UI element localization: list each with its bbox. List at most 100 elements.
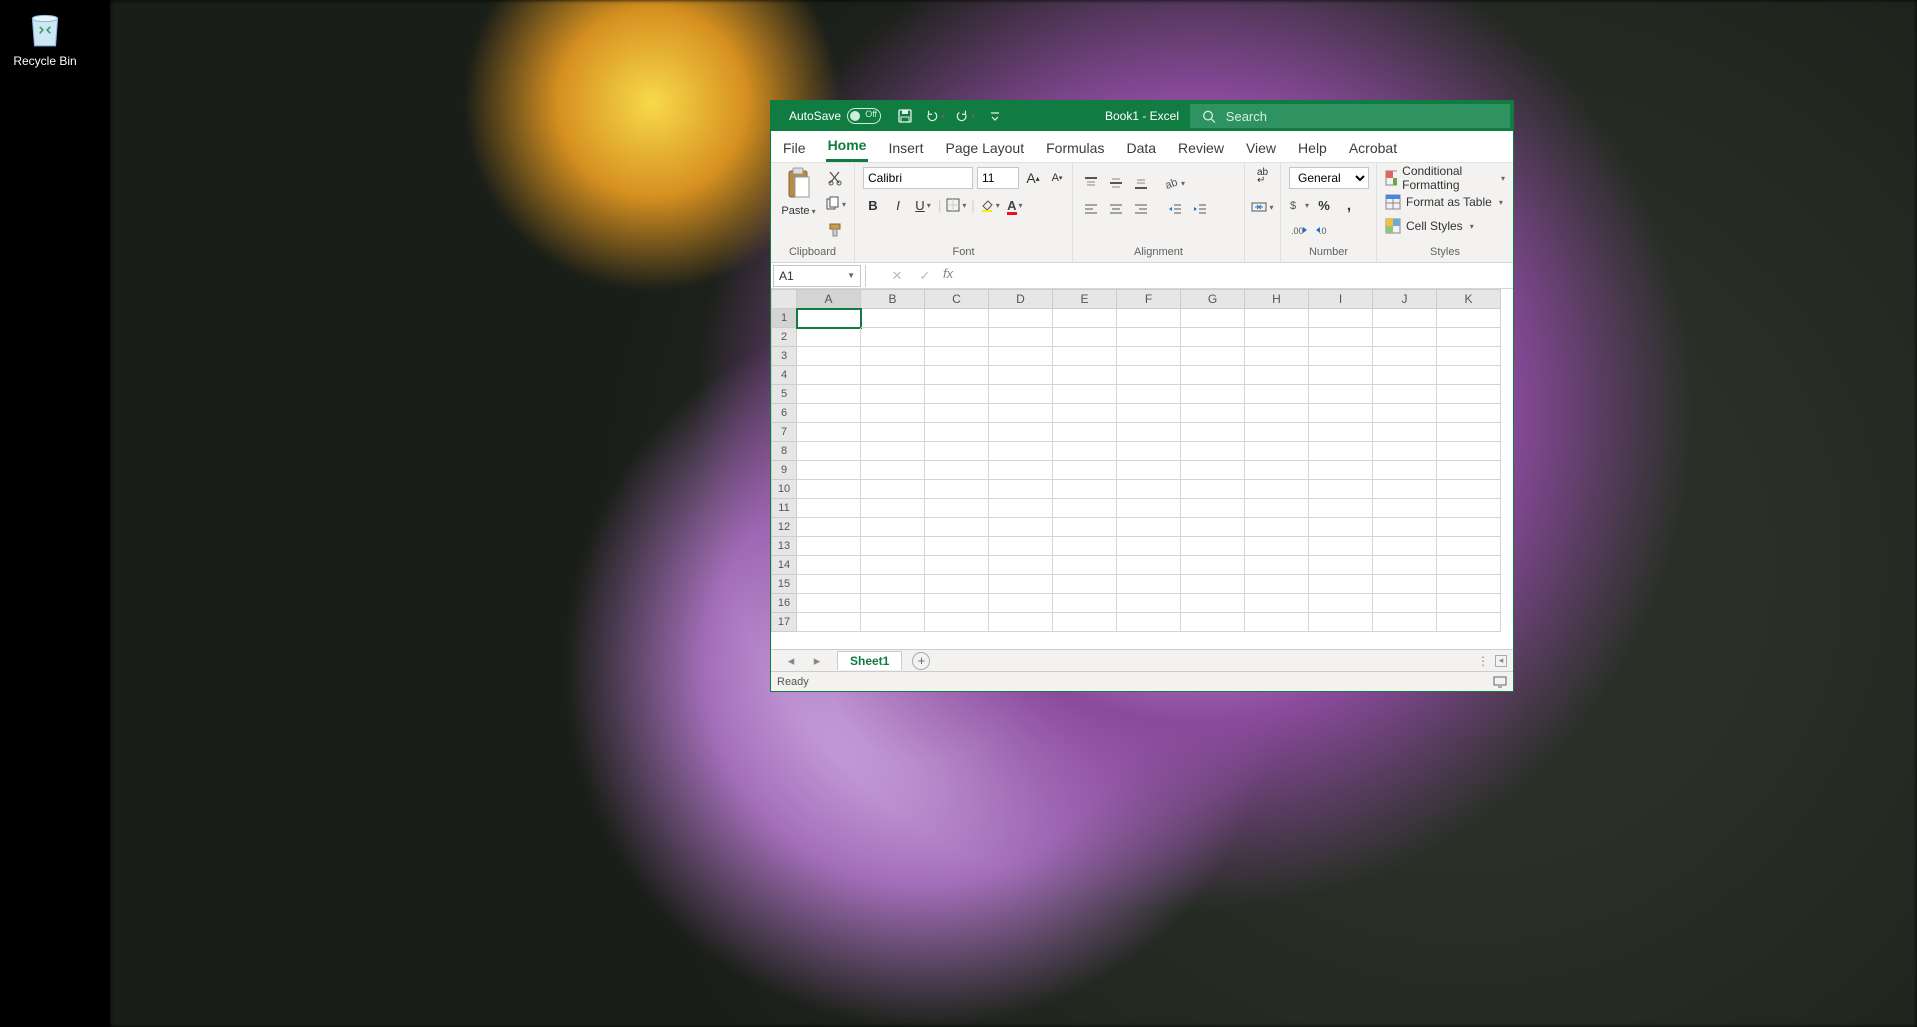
cell[interactable] (1309, 347, 1373, 366)
font-color-button[interactable]: A (1005, 195, 1025, 215)
cell[interactable] (1181, 385, 1245, 404)
cell[interactable] (1245, 423, 1309, 442)
cell[interactable] (797, 423, 861, 442)
cell[interactable] (1437, 499, 1501, 518)
display-settings-icon[interactable] (1493, 676, 1507, 688)
cell[interactable] (1309, 366, 1373, 385)
cell[interactable] (1373, 366, 1437, 385)
bold-button[interactable]: B (863, 195, 883, 215)
select-all-corner[interactable] (771, 289, 797, 309)
sheet-options-icon[interactable]: ⋮ (1477, 654, 1489, 668)
scroll-left-button[interactable]: ◂ (1495, 655, 1507, 667)
cell[interactable] (1181, 537, 1245, 556)
cell[interactable] (1053, 518, 1117, 537)
cell[interactable] (861, 613, 925, 632)
increase-decimal-button[interactable]: .00 (1289, 221, 1309, 241)
cell[interactable] (925, 366, 989, 385)
cell[interactable] (1437, 480, 1501, 499)
cell[interactable] (1053, 423, 1117, 442)
sheet-nav-prev[interactable]: ◂ (781, 651, 801, 671)
cell[interactable] (861, 537, 925, 556)
row-header[interactable]: 3 (771, 347, 797, 366)
cell[interactable] (1117, 404, 1181, 423)
cell[interactable] (1053, 499, 1117, 518)
cell[interactable] (1053, 385, 1117, 404)
tab-insert[interactable]: Insert (886, 134, 925, 162)
cell[interactable] (1117, 423, 1181, 442)
cell[interactable] (861, 309, 925, 328)
cell[interactable] (1245, 328, 1309, 347)
cell[interactable] (1053, 594, 1117, 613)
row-header[interactable]: 6 (771, 404, 797, 423)
cell[interactable] (989, 328, 1053, 347)
cell[interactable] (1181, 613, 1245, 632)
cell[interactable] (989, 309, 1053, 328)
formula-input[interactable] (963, 265, 1513, 287)
cell[interactable] (1245, 366, 1309, 385)
cell[interactable] (1309, 556, 1373, 575)
cell[interactable] (1117, 366, 1181, 385)
cell[interactable] (925, 613, 989, 632)
tab-acrobat[interactable]: Acrobat (1347, 134, 1399, 162)
cell[interactable] (1309, 461, 1373, 480)
cell[interactable] (861, 556, 925, 575)
cell[interactable] (1309, 480, 1373, 499)
cell[interactable] (1309, 404, 1373, 423)
align-center-button[interactable] (1106, 199, 1126, 219)
cell[interactable] (1437, 518, 1501, 537)
underline-button[interactable]: U (913, 195, 933, 215)
cell[interactable] (1373, 385, 1437, 404)
cell[interactable] (925, 385, 989, 404)
percent-button[interactable]: % (1314, 195, 1334, 215)
sheet-tab[interactable]: Sheet1 (837, 651, 902, 670)
number-format-select[interactable]: General (1289, 167, 1369, 189)
align-left-button[interactable] (1081, 199, 1101, 219)
new-sheet-button[interactable]: + (912, 652, 930, 670)
cell[interactable] (1437, 423, 1501, 442)
cell[interactable] (989, 556, 1053, 575)
cell[interactable] (1309, 499, 1373, 518)
cell[interactable] (1245, 594, 1309, 613)
cell[interactable] (989, 594, 1053, 613)
cell[interactable] (1309, 575, 1373, 594)
cell[interactable] (1373, 537, 1437, 556)
cell[interactable] (1245, 499, 1309, 518)
cell[interactable] (1373, 404, 1437, 423)
cell[interactable] (1053, 347, 1117, 366)
sheet-nav-next[interactable]: ▸ (807, 651, 827, 671)
row-header[interactable]: 5 (771, 385, 797, 404)
cell[interactable] (1053, 461, 1117, 480)
cell[interactable] (1373, 480, 1437, 499)
cell[interactable] (1181, 404, 1245, 423)
cell[interactable] (797, 556, 861, 575)
cell[interactable] (1245, 385, 1309, 404)
cell[interactable] (989, 613, 1053, 632)
cell[interactable] (1437, 537, 1501, 556)
cell[interactable] (1053, 613, 1117, 632)
cell[interactable] (1181, 423, 1245, 442)
cell[interactable] (1373, 347, 1437, 366)
cell[interactable] (1245, 518, 1309, 537)
cell[interactable] (1373, 556, 1437, 575)
cell[interactable] (1437, 575, 1501, 594)
tab-help[interactable]: Help (1296, 134, 1329, 162)
qat-customize-button[interactable] (985, 106, 1005, 126)
cell[interactable] (1053, 556, 1117, 575)
cell[interactable] (861, 347, 925, 366)
copy-button[interactable] (824, 193, 846, 215)
cell[interactable] (1181, 328, 1245, 347)
cell[interactable] (1437, 613, 1501, 632)
cell[interactable] (861, 594, 925, 613)
row-header[interactable]: 2 (771, 328, 797, 347)
cell[interactable] (925, 556, 989, 575)
cell[interactable] (1053, 575, 1117, 594)
cell[interactable] (989, 575, 1053, 594)
cell[interactable] (989, 423, 1053, 442)
column-header[interactable]: J (1373, 289, 1437, 309)
cell[interactable] (1117, 347, 1181, 366)
cell[interactable] (1437, 366, 1501, 385)
cell[interactable] (1245, 461, 1309, 480)
cell[interactable] (1117, 461, 1181, 480)
column-header[interactable]: F (1117, 289, 1181, 309)
cell[interactable] (925, 518, 989, 537)
